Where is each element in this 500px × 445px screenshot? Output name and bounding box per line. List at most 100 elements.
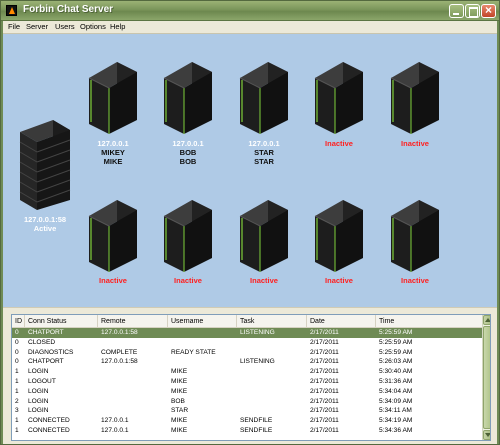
client-slot-8[interactable] <box>234 194 294 274</box>
client-username: STAR <box>254 148 274 157</box>
table-row[interactable]: 0 DIAGNOSTICS COMPLETE READY STATE 2/17/2011… <box>12 348 482 358</box>
client-slot-4[interactable] <box>309 56 369 151</box>
cell-id: 1 <box>15 377 19 385</box>
main-server-address: 127.0.0.1:58 <box>23 215 67 224</box>
cell-conn-status: LOGIN <box>28 407 49 415</box>
column-header-remote[interactable]: Remote <box>98 315 168 328</box>
cell-conn-status: DIAGNOSTICS <box>28 348 74 356</box>
table-row[interactable]: 0 CLOSED 2/17/2011 5:25:59 AM <box>12 338 482 348</box>
cell-remote: 127.0.0.1 <box>101 417 129 425</box>
client-slot-6[interactable] <box>83 194 143 274</box>
cell-task: LISTENING <box>240 358 275 366</box>
client-tower-icon <box>239 200 288 272</box>
scroll-thumb[interactable] <box>483 326 490 429</box>
menu-bar: File Server Users Options Help <box>3 21 497 34</box>
cell-time: 5:34:09 AM <box>379 397 413 405</box>
cell-task <box>237 397 307 407</box>
menu-help[interactable]: Help <box>110 22 125 31</box>
column-header-task[interactable]: Task <box>237 315 307 328</box>
table-row[interactable]: 0 CHATPORT 127.0.0.1:58 LISTENING 2/17/2011 5… <box>12 357 482 367</box>
maximize-button[interactable] <box>465 4 480 18</box>
table-row[interactable]: 1 CONNECTED 127.0.0.1 MIKE SENDFILE 2/17/2011… <box>12 416 482 426</box>
table-row[interactable]: 3 LOGIN STAR 2/17/2011 5:34:11 AM <box>12 406 482 416</box>
cell-time: 5:34:19 AM <box>379 417 413 425</box>
cell-time: 5:25:59 AM <box>379 329 413 336</box>
column-header-id[interactable]: ID <box>12 315 25 328</box>
client-label-8: Inactive <box>224 276 304 285</box>
client-status: Inactive <box>250 276 278 285</box>
cell-id: 0 <box>15 358 19 366</box>
cell-date: 2/17/2011 <box>310 338 339 346</box>
table-row[interactable]: 0 CHATPORT 127.0.0.1:58 LISTENING 2/17/2011 5… <box>12 328 482 338</box>
table-row[interactable]: 1 LOGIN MIKE 2/17/2011 5:34:04 AM <box>12 387 482 397</box>
scroll-down-icon[interactable] <box>483 430 490 440</box>
client-label-4: Inactive <box>299 139 379 148</box>
cell-conn-status: LOGIN <box>28 397 49 405</box>
app-logo-icon <box>6 5 17 16</box>
log-table[interactable]: ID Conn Status Remote Username Task Date… <box>11 314 491 441</box>
title-bar[interactable]: Forbin Chat Server <box>1 1 499 21</box>
cell-remote <box>98 387 168 397</box>
server-rack-icon <box>19 120 71 210</box>
client-slot-1[interactable] <box>83 56 143 151</box>
client-tower-icon <box>88 62 137 134</box>
table-row[interactable]: 1 LOGOUT MIKE 2/17/2011 5:31:36 AM <box>12 377 482 387</box>
client-slot-3[interactable] <box>234 56 294 151</box>
cell-id: 2 <box>15 397 19 405</box>
cell-task <box>237 338 307 348</box>
minimize-button[interactable] <box>449 4 464 18</box>
cell-date: 2/17/2011 <box>310 358 339 366</box>
client-slot-9[interactable] <box>309 194 369 274</box>
column-header-conn-status[interactable]: Conn Status <box>25 315 98 328</box>
client-slot-10[interactable] <box>385 194 445 274</box>
client-label-1: 127.0.0.1 MIKEY MIKE <box>73 139 153 166</box>
close-button[interactable] <box>481 4 496 18</box>
cell-task <box>237 367 307 377</box>
main-server[interactable]: 127.0.0.1:58 Active <box>15 118 75 233</box>
client-username: MIKEY <box>101 148 125 157</box>
app-window: Forbin Chat Server File Server Users Opt… <box>0 0 500 445</box>
column-header-username[interactable]: Username <box>168 315 237 328</box>
main-server-status: Active <box>33 224 57 233</box>
cell-task: SENDFILE <box>240 417 273 425</box>
log-scrollbar[interactable] <box>482 315 490 440</box>
cell-username: MIKE <box>171 377 188 385</box>
cell-id: 1 <box>15 387 19 395</box>
menu-server[interactable]: Server <box>26 22 48 31</box>
client-label-5: Inactive <box>375 139 455 148</box>
client-slot-5[interactable] <box>385 56 445 151</box>
cell-username: BOB <box>171 397 185 405</box>
menu-users[interactable]: Users <box>55 22 75 31</box>
cell-username: MIKE <box>171 368 188 376</box>
log-panel: ID Conn Status Remote Username Task Date… <box>3 307 497 444</box>
client-slot-7[interactable] <box>158 194 218 274</box>
cell-username <box>168 328 237 338</box>
client-status: 127.0.0.1 <box>172 139 204 148</box>
cell-username <box>168 338 237 348</box>
cell-conn-status: LOGOUT <box>28 377 56 385</box>
column-header-time[interactable]: Time <box>376 315 482 328</box>
cell-username: READY STATE <box>171 348 216 356</box>
cell-username <box>168 357 237 367</box>
window-title: Forbin Chat Server <box>23 4 114 15</box>
client-slot-2[interactable] <box>158 56 218 151</box>
table-row[interactable]: 1 LOGIN MIKE 2/17/2011 5:30:40 AM <box>12 367 482 377</box>
cell-time: 5:30:40 AM <box>379 368 413 376</box>
menu-options[interactable]: Options <box>80 22 106 31</box>
scroll-up-icon[interactable] <box>483 315 490 325</box>
cell-task <box>237 406 307 416</box>
client-tower-icon <box>390 200 439 272</box>
table-row[interactable]: 2 LOGIN BOB 2/17/2011 5:34:09 AM <box>12 397 482 407</box>
cell-username: MIKE <box>171 387 188 395</box>
cell-date: 2/17/2011 <box>310 397 339 405</box>
cell-date: 2/17/2011 <box>310 407 339 415</box>
menu-file[interactable]: File <box>8 22 20 31</box>
cell-time: 5:26:03 AM <box>379 358 413 366</box>
column-header-date[interactable]: Date <box>307 315 376 328</box>
table-row[interactable]: 1 CONNECTED 127.0.0.1 MIKE SENDFILE 2/17/2011… <box>12 426 482 436</box>
cell-conn-status: CHATPORT <box>28 329 64 336</box>
client-status: Inactive <box>401 276 429 285</box>
client-status: Inactive <box>401 139 429 148</box>
cell-remote <box>98 367 168 377</box>
client-status: Inactive <box>99 276 127 285</box>
